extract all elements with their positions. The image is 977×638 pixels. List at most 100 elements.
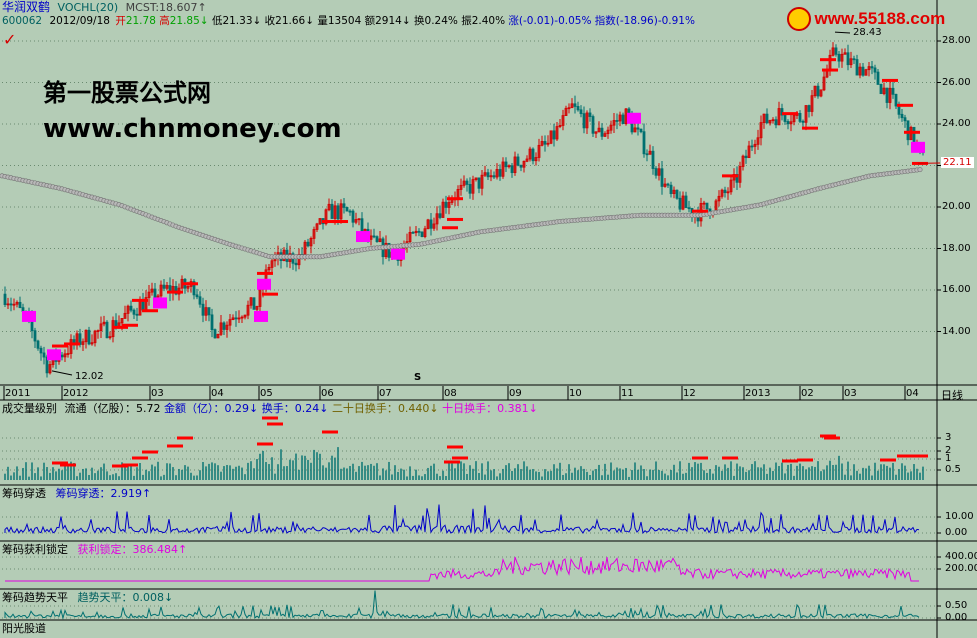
chip-penetrate-title[interactable]: 筹码穿透 <box>2 487 46 500</box>
ma-bead <box>917 167 923 173</box>
candle-body <box>195 294 199 298</box>
volume-tick-label: 0.5 <box>945 464 961 475</box>
candle-body <box>573 103 577 107</box>
candle-body <box>576 106 580 111</box>
candle-body <box>18 301 22 309</box>
change-value: 涨(-0.01)-0.05% <box>508 15 592 27</box>
candle-body <box>582 113 586 129</box>
checkmark-icon[interactable]: ✓ <box>3 30 16 49</box>
candle-body <box>639 128 643 133</box>
turnover-20-value: 0.440↓ <box>397 402 439 415</box>
chip-balance-header: 筹码趋势天平 趋势天平：0.008↓ <box>2 591 173 604</box>
candle-body <box>543 141 547 145</box>
float-shares-value: 5.72 <box>136 402 161 415</box>
candle-body <box>129 305 133 311</box>
candle-body <box>660 168 664 187</box>
candle-body <box>903 117 907 122</box>
candle-body <box>900 113 904 119</box>
price-tick-label: 16.00 <box>942 284 971 295</box>
close-value: 21.66 <box>275 15 306 27</box>
open-label: 开 <box>115 15 126 27</box>
indicator-name[interactable]: VOCHL(20) <box>58 1 119 14</box>
candle-body <box>201 303 205 316</box>
chip-balance-title[interactable]: 筹码趋势天平 <box>2 591 68 604</box>
volume-tick-label: 3 <box>945 432 952 443</box>
candle-body <box>135 313 139 316</box>
candle-body <box>294 262 298 266</box>
turnover-value-2: 0.24↓ <box>294 402 329 415</box>
price-tick-label: 26.00 <box>942 76 971 88</box>
candle-body <box>87 329 91 345</box>
stock-chart-window: 华润双鹤 VOCHL(20) MCST:18.607↑ 600062 2012/… <box>0 0 977 638</box>
candle-body <box>351 210 355 223</box>
month-label: 2011 <box>5 388 31 399</box>
price-tick-label: 28.00 <box>942 35 971 46</box>
candle-body <box>765 113 769 124</box>
watermark-title: 第一股票公式网 <box>43 79 211 107</box>
turnover-10-value: 0.381↓ <box>497 402 538 415</box>
turnover-value: 0.24% <box>424 15 458 27</box>
candle-body <box>774 119 778 126</box>
turnover-20-label: 二十日换手： <box>331 402 398 415</box>
candle-body <box>222 322 226 330</box>
candle-body <box>33 330 37 342</box>
candle-body <box>132 309 136 315</box>
candle-body <box>345 207 349 212</box>
month-label: 03 <box>151 388 164 399</box>
buy-signal-marker <box>391 248 405 260</box>
month-label: 04 <box>211 388 224 399</box>
candle-body <box>360 218 364 233</box>
candle-body <box>444 201 448 208</box>
buy-signal-marker <box>911 141 925 153</box>
logo-text: www.55188.com <box>814 9 946 28</box>
price-tick-label: 18.00 <box>942 242 971 254</box>
amount-value: 2914 <box>375 15 402 27</box>
candle-body <box>636 127 640 130</box>
chip-penetrate-value: 2.919↑ <box>110 487 152 500</box>
candle-body <box>39 347 43 354</box>
candle-body <box>852 58 856 61</box>
amount-label: 额 <box>364 15 376 27</box>
turnover-label-2: 换手： <box>261 402 295 415</box>
volume-panel-title[interactable]: 成交量级别 <box>2 402 57 415</box>
candle-body <box>750 145 754 148</box>
candle-body <box>723 189 727 194</box>
candle-body <box>516 156 520 166</box>
period-button[interactable]: 日线 <box>941 387 963 403</box>
volume-label: 量 <box>317 15 328 27</box>
candle-body <box>162 284 166 289</box>
stock-name[interactable]: 华润双鹤 <box>2 0 50 14</box>
candle-body <box>342 203 346 208</box>
chip-penetrate-line <box>4 504 920 535</box>
amplitude-label: 振 <box>461 15 472 27</box>
candle-body <box>207 307 211 316</box>
candle-body <box>705 202 709 210</box>
buy-signal-marker <box>627 112 641 124</box>
candle-body <box>588 112 592 117</box>
candle-body <box>375 236 379 243</box>
index-change-value: 指数(-18.96)-0.91% <box>594 15 695 27</box>
price-tick-label: 24.00 <box>942 118 971 129</box>
quote-date: 2012/09/18 <box>49 15 110 27</box>
month-label: 05 <box>260 388 273 399</box>
tab-sunshine[interactable]: 阳光股道 <box>2 622 46 635</box>
month-label: 2012 <box>63 388 89 399</box>
candle-body <box>786 121 790 125</box>
float-shares-label: 流通（亿股）： <box>64 402 137 415</box>
candle-body <box>198 296 202 305</box>
volume-value: 13504 <box>327 15 362 27</box>
chip-lock-title[interactable]: 筹码获利锁定 <box>2 543 68 556</box>
amount-yi-value: 0.29↓ <box>224 402 259 415</box>
candle-body <box>330 203 334 219</box>
high-leader <box>834 31 851 34</box>
chip1-tick-label: 10.00 <box>945 511 974 522</box>
turnover-label: 换 <box>414 15 425 27</box>
candle-body <box>498 169 502 177</box>
candle-body <box>894 93 898 107</box>
candle-body <box>669 184 673 195</box>
candle-body <box>504 161 508 168</box>
candle-body <box>552 130 556 140</box>
candle-body <box>870 66 874 69</box>
candle-body <box>21 307 25 312</box>
candle-body <box>654 168 658 176</box>
